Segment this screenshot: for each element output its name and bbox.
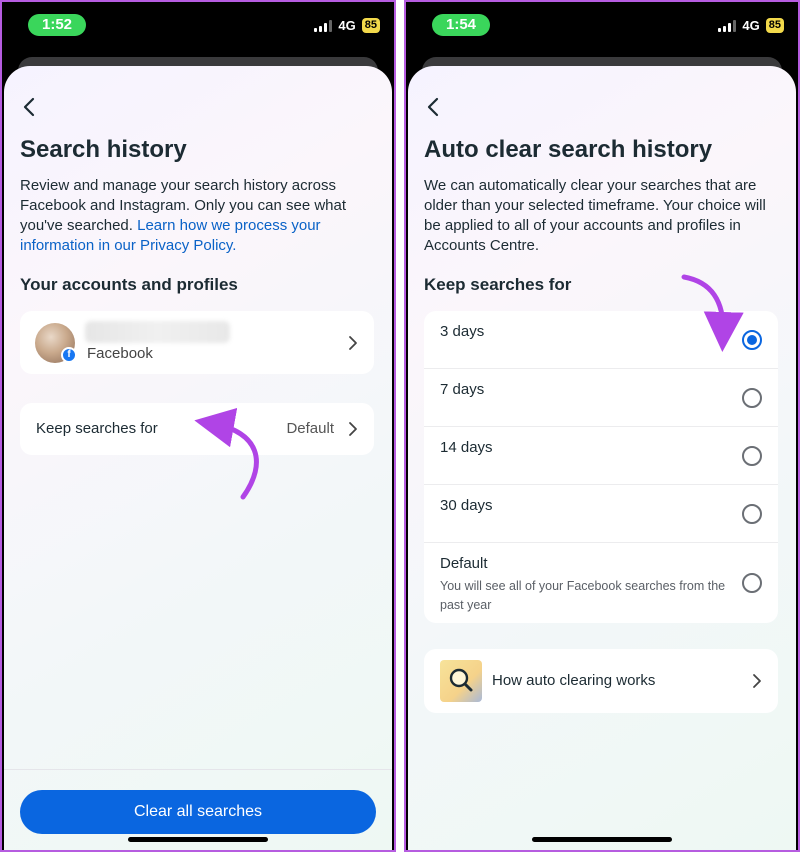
how-auto-clearing-label: How auto clearing works [492, 672, 656, 689]
keep-searches-header: Keep searches for [424, 275, 572, 294]
keep-searches-row[interactable]: Keep searches for Default [20, 403, 374, 455]
option-default[interactable]: Default You will see all of your Faceboo… [424, 543, 778, 623]
radio-unchecked[interactable] [742, 446, 762, 466]
facebook-icon: f [61, 347, 77, 363]
option-30-days[interactable]: 30 days [424, 485, 778, 543]
network-type: 4G [338, 18, 356, 33]
right-screenshot: 1:54 4G 85 Auto clear search history We … [404, 0, 800, 852]
battery-icon: 85 [361, 18, 380, 33]
option-7-days[interactable]: 7 days [424, 369, 778, 427]
network-type: 4G [742, 18, 760, 33]
radio-unchecked[interactable] [742, 504, 762, 524]
back-button[interactable] [424, 96, 446, 122]
blurred-account-name [85, 321, 230, 343]
bottom-divider [4, 769, 392, 770]
option-label: 14 days [440, 439, 493, 456]
status-time: 1:52 [28, 14, 86, 36]
back-arrow-icon [23, 97, 35, 117]
page-description: We can automatically clear your searches… [424, 177, 766, 254]
back-button[interactable] [20, 96, 42, 122]
status-indicators: 4G 85 [314, 18, 380, 33]
clear-all-searches-button[interactable]: Clear all searches [20, 790, 376, 834]
left-screenshot: 1:52 4G 85 Search history Review and man… [0, 0, 396, 852]
option-label: 30 days [440, 497, 493, 514]
keep-searches-label: Keep searches for [36, 420, 158, 437]
accounts-header: Your accounts and profiles [20, 275, 238, 294]
keep-searches-value: Default [286, 420, 334, 437]
status-bar: 1:54 4G 85 [406, 2, 798, 52]
radio-unchecked[interactable] [742, 388, 762, 408]
signal-icon [718, 19, 737, 32]
option-label: 3 days [440, 323, 485, 340]
how-auto-clearing-row[interactable]: How auto clearing works [424, 649, 778, 713]
status-time: 1:54 [432, 14, 490, 36]
search-history-sheet: Search history Review and manage your se… [4, 66, 392, 850]
account-platform: Facebook [87, 345, 153, 362]
status-indicators: 4G 85 [718, 18, 784, 33]
option-sublabel: You will see all of your Facebook search… [440, 579, 726, 612]
chevron-right-icon [348, 335, 358, 351]
home-indicator [532, 837, 672, 842]
page-title: Search history [20, 136, 187, 163]
back-arrow-icon [427, 97, 439, 117]
search-magnifier-icon [440, 660, 482, 702]
option-label: Default [440, 555, 488, 572]
chevron-right-icon [348, 421, 358, 437]
signal-icon [314, 19, 333, 32]
page-description: Review and manage your search history ac… [20, 176, 374, 256]
radio-unchecked[interactable] [742, 573, 762, 593]
battery-icon: 85 [765, 18, 784, 33]
option-label: 7 days [440, 381, 485, 398]
page-title: Auto clear search history [424, 136, 713, 163]
radio-checked[interactable] [742, 330, 762, 350]
account-row[interactable]: f Facebook [20, 311, 374, 374]
home-indicator [128, 837, 268, 842]
option-3-days[interactable]: 3 days [424, 311, 778, 369]
status-bar: 1:52 4G 85 [2, 2, 394, 52]
chevron-right-icon [752, 673, 762, 689]
auto-clear-sheet: Auto clear search history We can automat… [408, 66, 796, 850]
keep-options-list: 3 days 7 days 14 days 30 days Default Yo… [424, 311, 778, 623]
option-14-days[interactable]: 14 days [424, 427, 778, 485]
